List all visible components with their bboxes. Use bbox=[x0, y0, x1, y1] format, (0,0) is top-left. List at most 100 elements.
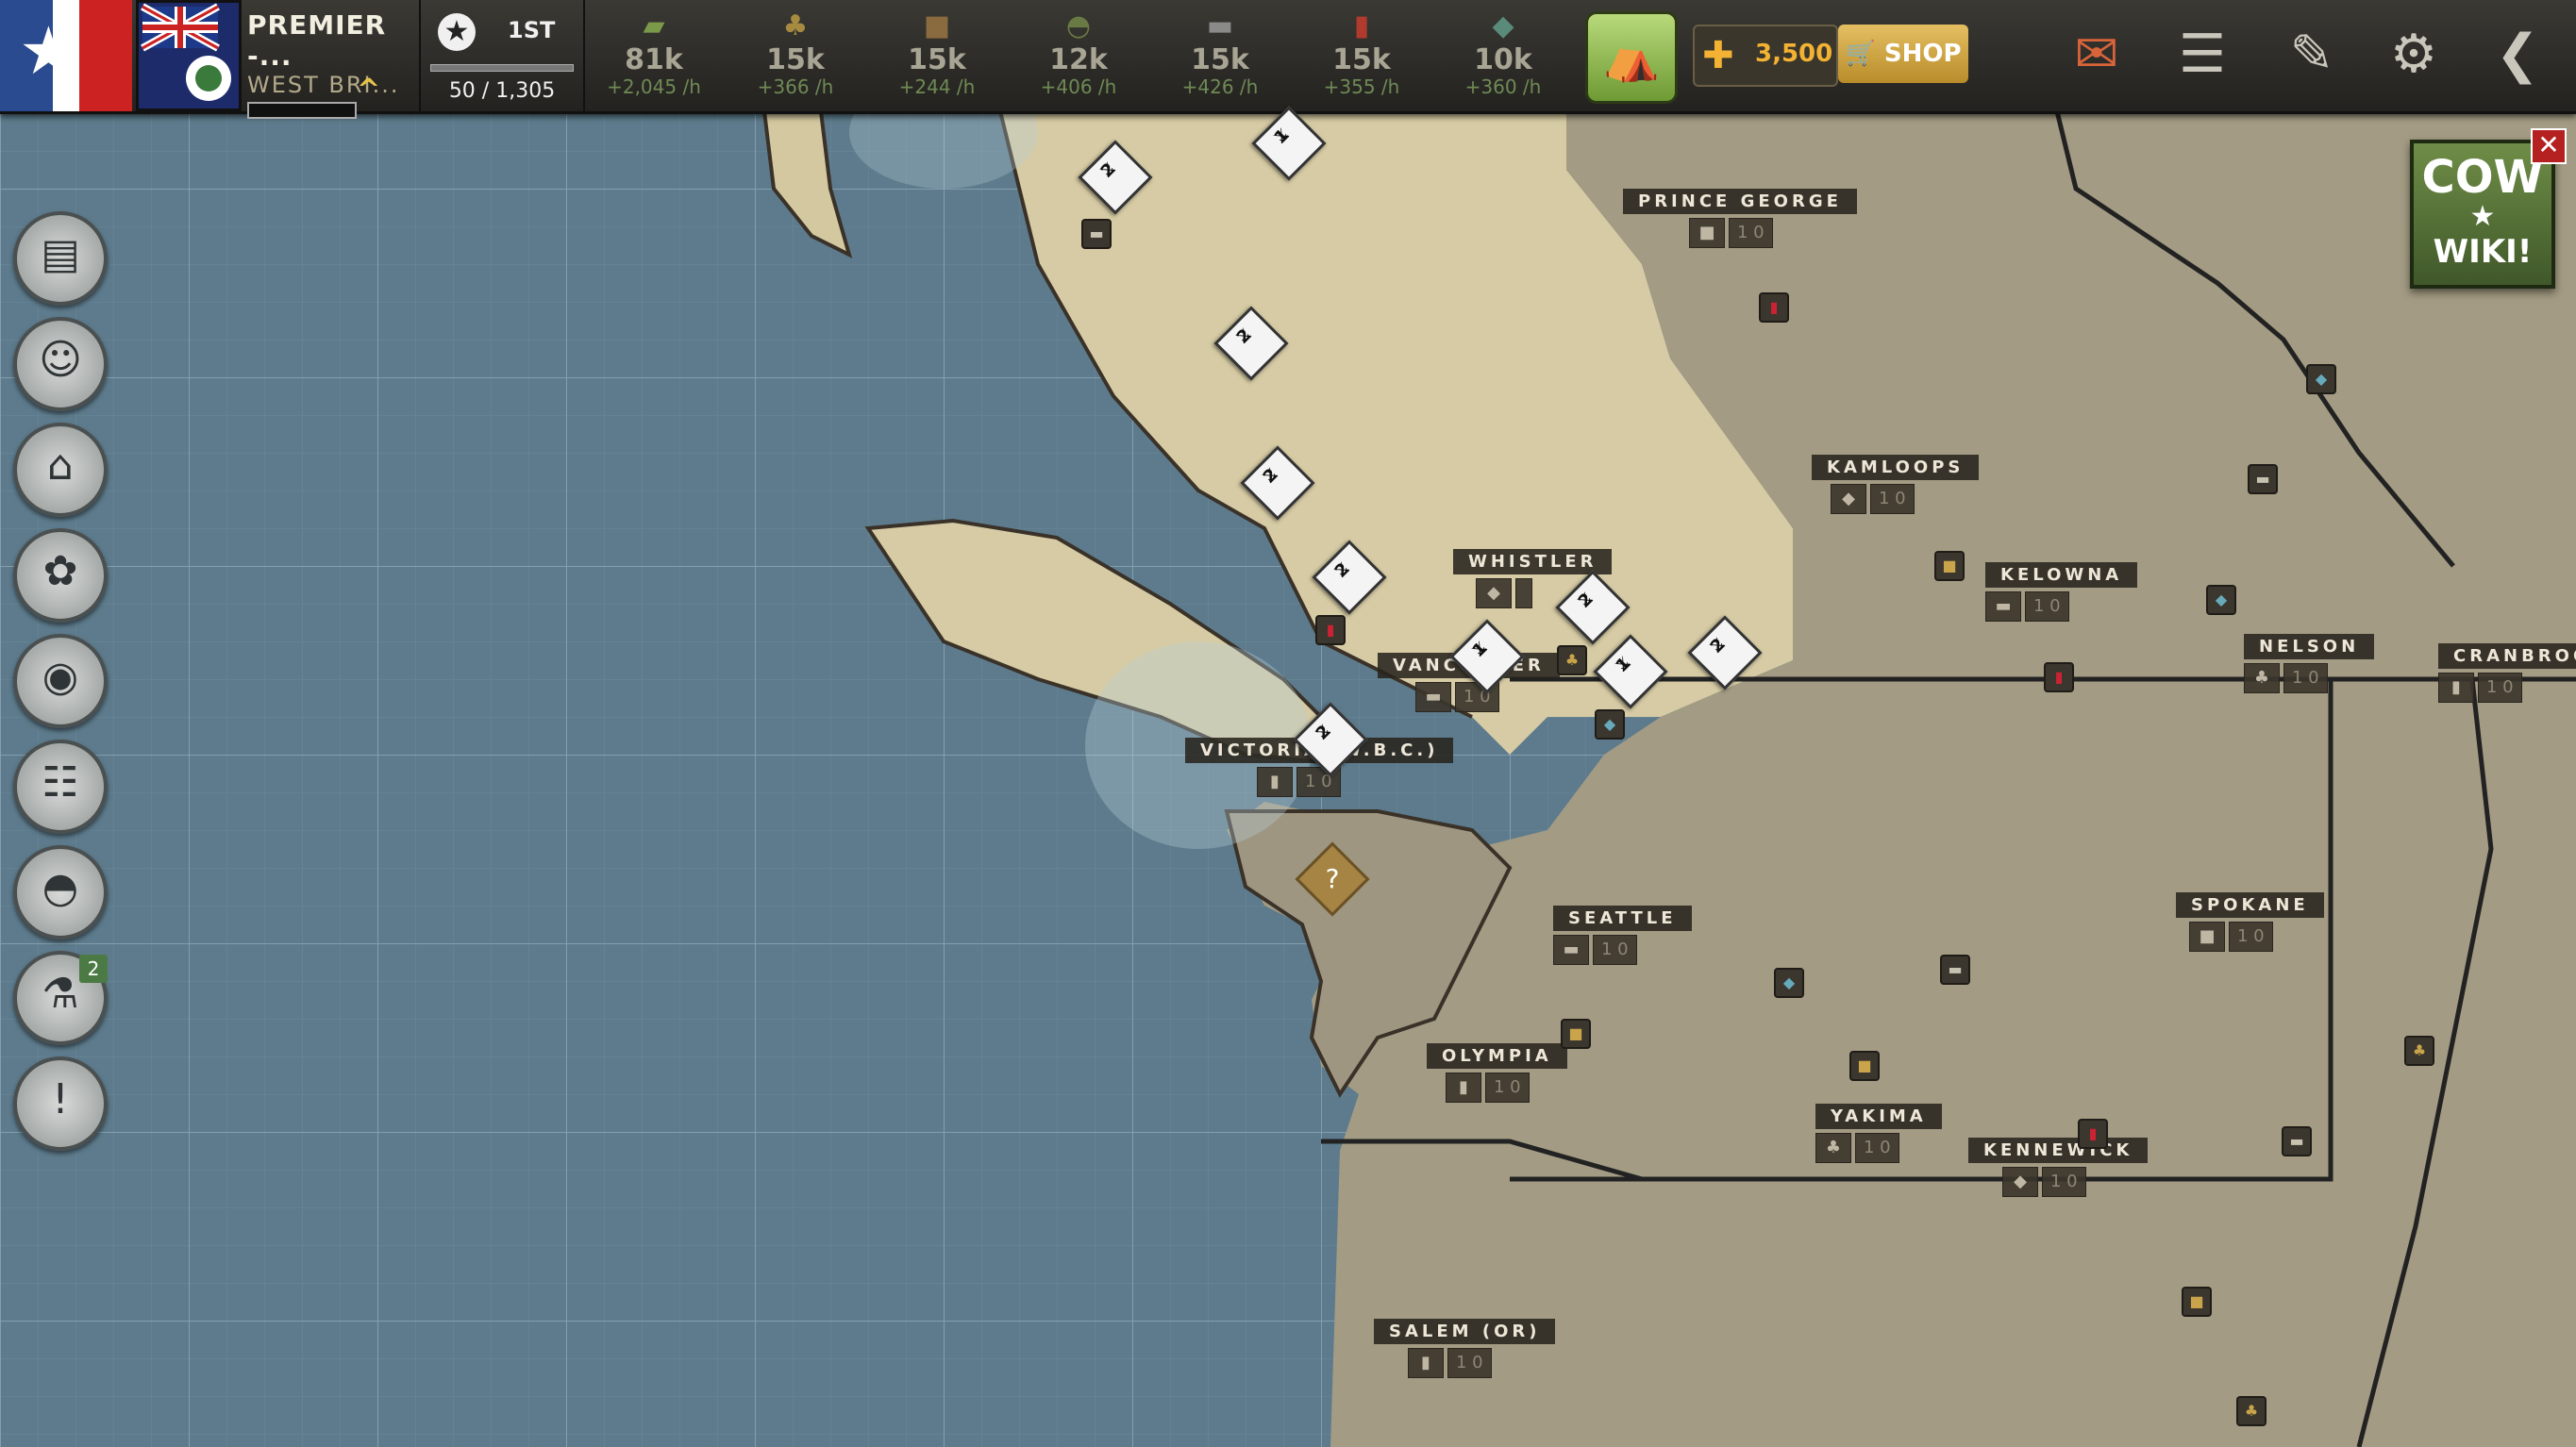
fuel-icon[interactable]: ▮ bbox=[2044, 662, 2074, 692]
gold-amount: 3,500 bbox=[1755, 40, 1833, 68]
steel-icon: ▬ bbox=[1415, 682, 1451, 712]
city-seattle[interactable]: SEATTLE ▬ 1 0 bbox=[1553, 906, 1692, 965]
fuel-icon[interactable]: ▮ bbox=[2078, 1119, 2108, 1149]
top-bar: ★ PREMIER -... WEST BRI... ^ ★ 1ST 50 / … bbox=[0, 0, 2576, 119]
city-nelson[interactable]: NELSON ♣ 1 0 bbox=[2244, 634, 2375, 693]
money-icon: ▰ bbox=[643, 9, 665, 42]
city-salem[interactable]: SALEM (OR) ▮ 1 0 bbox=[1374, 1319, 1556, 1378]
backpack-button[interactable]: ⛺ bbox=[1585, 11, 1678, 104]
chevron-up-icon[interactable]: ^ bbox=[357, 74, 380, 107]
grain-icon: ♣ bbox=[782, 9, 809, 42]
city-kennewick[interactable]: KENNEWICK ◆ 1 0 bbox=[1968, 1138, 2149, 1197]
steel-icon: ▬ bbox=[1206, 9, 1234, 42]
steel-icon: ▬ bbox=[1985, 591, 2021, 622]
people-icon: ☺ bbox=[39, 336, 82, 384]
resource-components[interactable]: ◓ 12k +406 /h bbox=[1008, 0, 1149, 111]
rank-star-icon: ★ bbox=[438, 13, 476, 51]
grain-icon: ♣ bbox=[1815, 1133, 1851, 1163]
city-spokane[interactable]: SPOKANE ■ 1 0 bbox=[2176, 892, 2324, 952]
resource-rare-material[interactable]: ◆ 10k +360 /h bbox=[1432, 0, 1574, 111]
player-flag[interactable] bbox=[136, 0, 242, 111]
settings-button[interactable]: ⚙ bbox=[2370, 11, 2457, 98]
player-nation: WEST BRI... bbox=[247, 72, 400, 98]
grain-icon: ♣ bbox=[2244, 663, 2280, 693]
city-yakima[interactable]: YAKIMA ♣ 1 0 bbox=[1815, 1104, 1942, 1163]
fuel-icon: ▮ bbox=[1408, 1348, 1444, 1378]
rare-material-icon: ◆ bbox=[1831, 484, 1866, 514]
rare-material-icon: ◆ bbox=[1476, 578, 1512, 608]
checklist-icon: ☷ bbox=[42, 758, 79, 807]
city-kelowna[interactable]: KELOWNA ▬ 1 0 bbox=[1985, 562, 2138, 622]
supplies-icon[interactable]: ■ bbox=[1849, 1051, 1880, 1081]
resource-money[interactable]: ▰ 81k +2,045 /h bbox=[583, 0, 725, 111]
tasks-button[interactable]: ☷ bbox=[13, 740, 108, 834]
gold-bars-icon: ✚ bbox=[1702, 34, 1734, 77]
rank-points: 50 / 1,305 bbox=[448, 79, 556, 103]
economy-button[interactable]: ⌂ bbox=[13, 423, 108, 517]
laurel-icon: ✿ bbox=[42, 547, 78, 595]
fuel-icon[interactable]: ▮ bbox=[1315, 615, 1346, 645]
resource-fuel[interactable]: ▮ 15k +355 /h bbox=[1291, 0, 1432, 111]
resource-supplies[interactable]: ■ 15k +244 /h bbox=[866, 0, 1008, 111]
cart-icon: 🛒 bbox=[1845, 40, 1876, 68]
player-info[interactable]: PREMIER -... WEST BRI... bbox=[247, 9, 417, 119]
mailbox-icon: ✉ bbox=[2074, 24, 2119, 85]
resource-grain[interactable]: ♣ 15k +366 /h bbox=[725, 0, 866, 111]
question-icon: ? bbox=[1325, 863, 1340, 894]
rare-material-icon[interactable]: ◆ bbox=[2206, 585, 2236, 615]
steel-icon[interactable]: ▬ bbox=[1940, 955, 1970, 985]
supplies-icon[interactable]: ■ bbox=[1561, 1019, 1591, 1049]
back-button[interactable]: ❮ bbox=[2474, 11, 2561, 98]
events-button[interactable]: ! bbox=[13, 1056, 108, 1151]
rare-material-icon: ◆ bbox=[2002, 1167, 2038, 1197]
helmet-icon: ◓ bbox=[1065, 9, 1092, 42]
city-cranbrook[interactable]: CRANBROO ▮1 0 bbox=[2438, 643, 2576, 703]
rank-panel[interactable]: ★ 1ST 50 / 1,305 bbox=[419, 0, 585, 111]
city-prince-george[interactable]: PRINCE GEORGE ■ 1 0 bbox=[1623, 189, 1857, 248]
backpack-icon: ⛺ bbox=[1603, 31, 1660, 84]
city-kamloops[interactable]: KAMLOOPS ◆ 1 0 bbox=[1812, 455, 1980, 514]
steel-icon: ▬ bbox=[1553, 935, 1589, 965]
rare-material-icon[interactable]: ◆ bbox=[1595, 709, 1625, 740]
helmet-icon: ◓ bbox=[42, 864, 79, 912]
options-button[interactable]: ☰ bbox=[2159, 11, 2246, 98]
inbox-button[interactable]: ✉ bbox=[2053, 11, 2140, 98]
steel-icon[interactable]: ▬ bbox=[1081, 219, 1112, 249]
army-button[interactable]: ◓ bbox=[13, 845, 108, 940]
microscope-icon: ⚗ bbox=[42, 970, 79, 1018]
intelligence-button[interactable]: ◉ bbox=[13, 634, 108, 728]
close-icon[interactable]: ✕ bbox=[2531, 128, 2567, 164]
supplies-icon: ■ bbox=[923, 9, 951, 42]
resource-steel[interactable]: ▬ 15k +426 /h bbox=[1149, 0, 1291, 111]
newspaper-button[interactable]: ▤ bbox=[13, 211, 108, 306]
rank-place: 1ST bbox=[508, 17, 556, 43]
grain-icon[interactable]: ♣ bbox=[1557, 645, 1587, 675]
game-map[interactable] bbox=[0, 0, 2576, 1447]
supplies-icon[interactable]: ■ bbox=[2182, 1287, 2212, 1317]
grain-icon[interactable]: ♣ bbox=[2236, 1396, 2267, 1426]
rare-material-icon[interactable]: ◆ bbox=[1774, 968, 1804, 998]
rare-material-icon[interactable]: ◆ bbox=[2306, 364, 2336, 394]
alert-icon: ! bbox=[52, 1075, 69, 1123]
pin-button[interactable]: ✎ bbox=[2268, 11, 2355, 98]
fuel-icon: ▮ bbox=[2438, 673, 2474, 703]
newspaper-icon: ▤ bbox=[41, 230, 80, 278]
bank-icon: ⌂ bbox=[47, 441, 74, 490]
star-icon: ★ bbox=[19, 12, 78, 90]
coalition-button[interactable]: ✿ bbox=[13, 528, 108, 623]
shop-button[interactable]: 🛒 SHOP bbox=[1838, 25, 1968, 83]
fuel-icon[interactable]: ▮ bbox=[1759, 292, 1789, 323]
fuel-icon: ▮ bbox=[1446, 1073, 1481, 1103]
sliders-icon: ☰ bbox=[2178, 24, 2227, 85]
steel-icon[interactable]: ▬ bbox=[2282, 1126, 2312, 1156]
steel-icon[interactable]: ▬ bbox=[2248, 464, 2278, 494]
gold-counter[interactable]: ✚ 3,500 bbox=[1693, 25, 1838, 87]
research-badge: 2 bbox=[79, 955, 108, 983]
fuel-icon: ▮ bbox=[1353, 9, 1370, 42]
spy-icon: ◉ bbox=[42, 653, 79, 701]
supplies-icon[interactable]: ■ bbox=[1934, 551, 1965, 581]
city-olympia[interactable]: OLYMPIA ▮ 1 0 bbox=[1427, 1043, 1567, 1103]
diplomacy-button[interactable]: ☺ bbox=[13, 317, 108, 411]
nation-flag-left: ★ bbox=[0, 0, 132, 111]
grain-icon[interactable]: ♣ bbox=[2404, 1036, 2434, 1066]
